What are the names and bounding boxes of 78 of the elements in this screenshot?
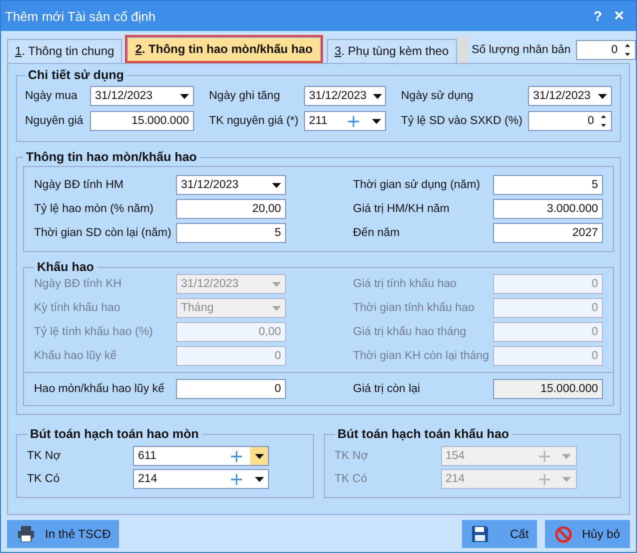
field-label: Ngày ghi tăng xyxy=(209,90,281,102)
dropdown-button[interactable] xyxy=(250,447,268,465)
field-label: TK Có xyxy=(27,473,61,485)
group-title: Bút toán hạch toán hao mòn xyxy=(29,427,200,441)
number-field[interactable]: 15.000.000 xyxy=(493,379,603,399)
caret-icon xyxy=(254,454,264,458)
printer-icon xyxy=(17,526,35,542)
field-label: TK Có xyxy=(334,473,368,485)
plus-icon xyxy=(231,474,242,484)
field-label: Giá trị tính khấu hao xyxy=(353,278,458,290)
field-label: Tỷ lệ hao mòn (% năm) xyxy=(34,203,155,215)
cancel-button[interactable]: Hủy bỏ xyxy=(545,520,630,548)
plus-icon xyxy=(538,450,550,462)
group-title: Chi tiết sử dụng xyxy=(27,68,125,82)
account-field[interactable]: 211 xyxy=(304,111,386,131)
field-label: Ngày mua xyxy=(25,90,78,102)
number-field[interactable]: 3.000.000 xyxy=(493,199,603,219)
field-label: TK Nợ xyxy=(334,450,370,462)
field-label: Khấu hao lũy kế xyxy=(34,350,118,362)
field-label: Ngày BĐ tính KH xyxy=(34,278,123,290)
field-label: Giá trị khấu hao tháng xyxy=(353,326,468,338)
number-field[interactable]: 15.000.000 xyxy=(90,111,194,131)
spin-field[interactable]: 0 xyxy=(528,111,612,131)
field-label: Ngày BĐ tính HM xyxy=(34,179,124,191)
field-label: Kỳ tính khấu hao xyxy=(34,302,122,314)
spin-field[interactable]: 0 xyxy=(576,40,636,60)
window-title: Thêm mới Tài sản cố định xyxy=(5,8,157,24)
spin-arrows-icon xyxy=(624,43,631,57)
number-field[interactable]: 2027 xyxy=(493,223,603,243)
field-label: Ngày sử dụng xyxy=(401,90,474,102)
account-field[interactable]: 214 xyxy=(133,469,269,489)
date-field[interactable]: 31/12/2023 xyxy=(528,86,612,106)
group-title: Khấu hao xyxy=(36,260,95,274)
account-field[interactable]: 611 xyxy=(133,446,269,466)
field-label: TK Nợ xyxy=(27,450,62,462)
field-label: Tỷ lệ SD vào SXKD (%) xyxy=(401,115,523,127)
field-label: Số lượng nhân bản xyxy=(472,44,571,56)
plus-icon xyxy=(538,474,550,484)
caret-icon xyxy=(180,94,189,98)
caret-icon xyxy=(272,282,281,286)
date-field[interactable]: 31/12/2023 xyxy=(304,86,386,106)
caret-icon xyxy=(562,476,571,482)
spin-arrows-icon xyxy=(600,114,607,128)
print-button[interactable]: In thẻ TSCĐ xyxy=(7,520,119,548)
field-label: Giá trị còn lại xyxy=(353,383,422,395)
group-title: Thông tin hao mòn/khấu hao xyxy=(25,150,198,164)
field-label: Thời gian sử dụng (năm) xyxy=(353,179,482,191)
field-label: Thời gian tính khấu hao xyxy=(353,302,476,314)
save-button[interactable]: Cất xyxy=(462,520,537,548)
field-label: Nguyên giá xyxy=(25,115,84,127)
field-label: Đến năm xyxy=(353,227,401,239)
number-field[interactable]: 0 xyxy=(176,379,286,399)
number-field[interactable]: 5 xyxy=(176,223,286,243)
tab[interactable]: 2. Thông tin hao mòn/khấu hao xyxy=(127,37,321,61)
caret-icon xyxy=(272,182,281,188)
plus-icon xyxy=(231,450,242,462)
date-field[interactable]: 31/12/2023 xyxy=(90,86,194,106)
date-field[interactable]: 31/12/2023 xyxy=(176,175,286,195)
caret-icon xyxy=(598,94,607,98)
caret-icon xyxy=(372,94,382,98)
plus-icon xyxy=(348,116,359,126)
field-label: Thời gian KH còn lại tháng xyxy=(353,350,490,362)
field-label: Hao mòn/khấu hao lũy kế xyxy=(34,383,166,395)
tab[interactable]: 1. Thông tin chung xyxy=(7,39,122,63)
prohibited-icon xyxy=(555,526,572,542)
field-label: Thời gian SD còn lại (năm) xyxy=(34,227,172,239)
caret-icon xyxy=(372,118,380,124)
field-label: Tỷ lệ tính khấu hao (%) xyxy=(34,326,154,338)
caret-icon xyxy=(272,306,281,310)
tab[interactable]: 3. Phụ tùng kèm theo xyxy=(326,39,457,63)
caret-icon xyxy=(254,476,264,482)
number-field[interactable]: 5 xyxy=(493,175,603,195)
group-title: Bút toán hạch toán khấu hao xyxy=(336,427,510,441)
field-label: Giá trị HM/KH năm xyxy=(353,203,450,215)
field-label: TK nguyên giá (*) xyxy=(209,115,299,127)
caret-icon xyxy=(562,454,571,458)
number-field[interactable]: 20,00 xyxy=(176,199,286,219)
tab-strip-background xyxy=(458,37,468,63)
